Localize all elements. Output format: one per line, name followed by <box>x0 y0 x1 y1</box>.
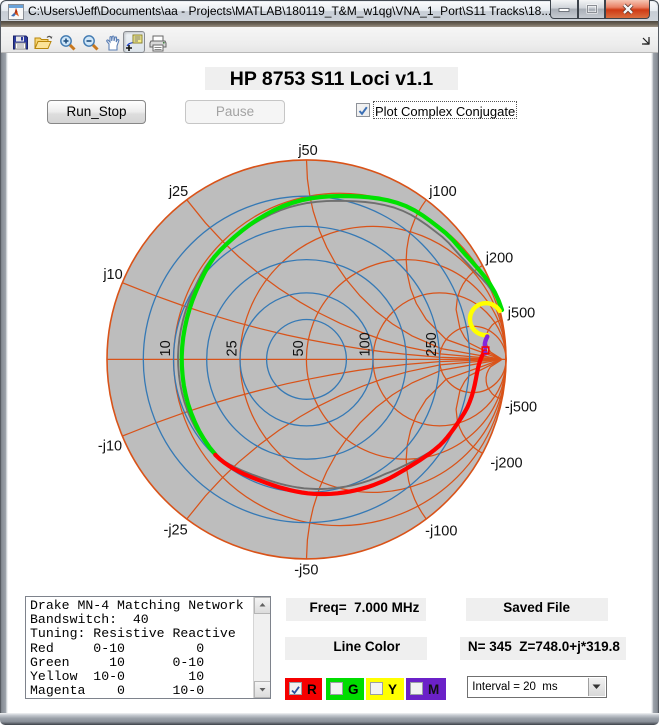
svg-text:-j100: -j100 <box>425 523 457 539</box>
svg-text:-j500: -j500 <box>505 400 537 416</box>
svg-text:250: 250 <box>424 332 440 356</box>
svg-text:j200: j200 <box>485 251 513 267</box>
svg-text:-j25: -j25 <box>164 523 188 539</box>
svg-text:j100: j100 <box>428 184 456 200</box>
svg-text:j25: j25 <box>168 184 188 200</box>
svg-text:-j10: -j10 <box>98 439 122 455</box>
svg-text:50: 50 <box>291 340 307 356</box>
svg-text:-j50: -j50 <box>294 563 318 579</box>
svg-text:100: 100 <box>358 332 374 356</box>
svg-text:-j200: -j200 <box>490 456 522 472</box>
svg-text:10: 10 <box>158 340 174 356</box>
svg-text:j10: j10 <box>102 267 122 283</box>
svg-text:25: 25 <box>225 340 241 356</box>
svg-text:j500: j500 <box>507 306 535 322</box>
svg-text:j50: j50 <box>297 143 317 159</box>
